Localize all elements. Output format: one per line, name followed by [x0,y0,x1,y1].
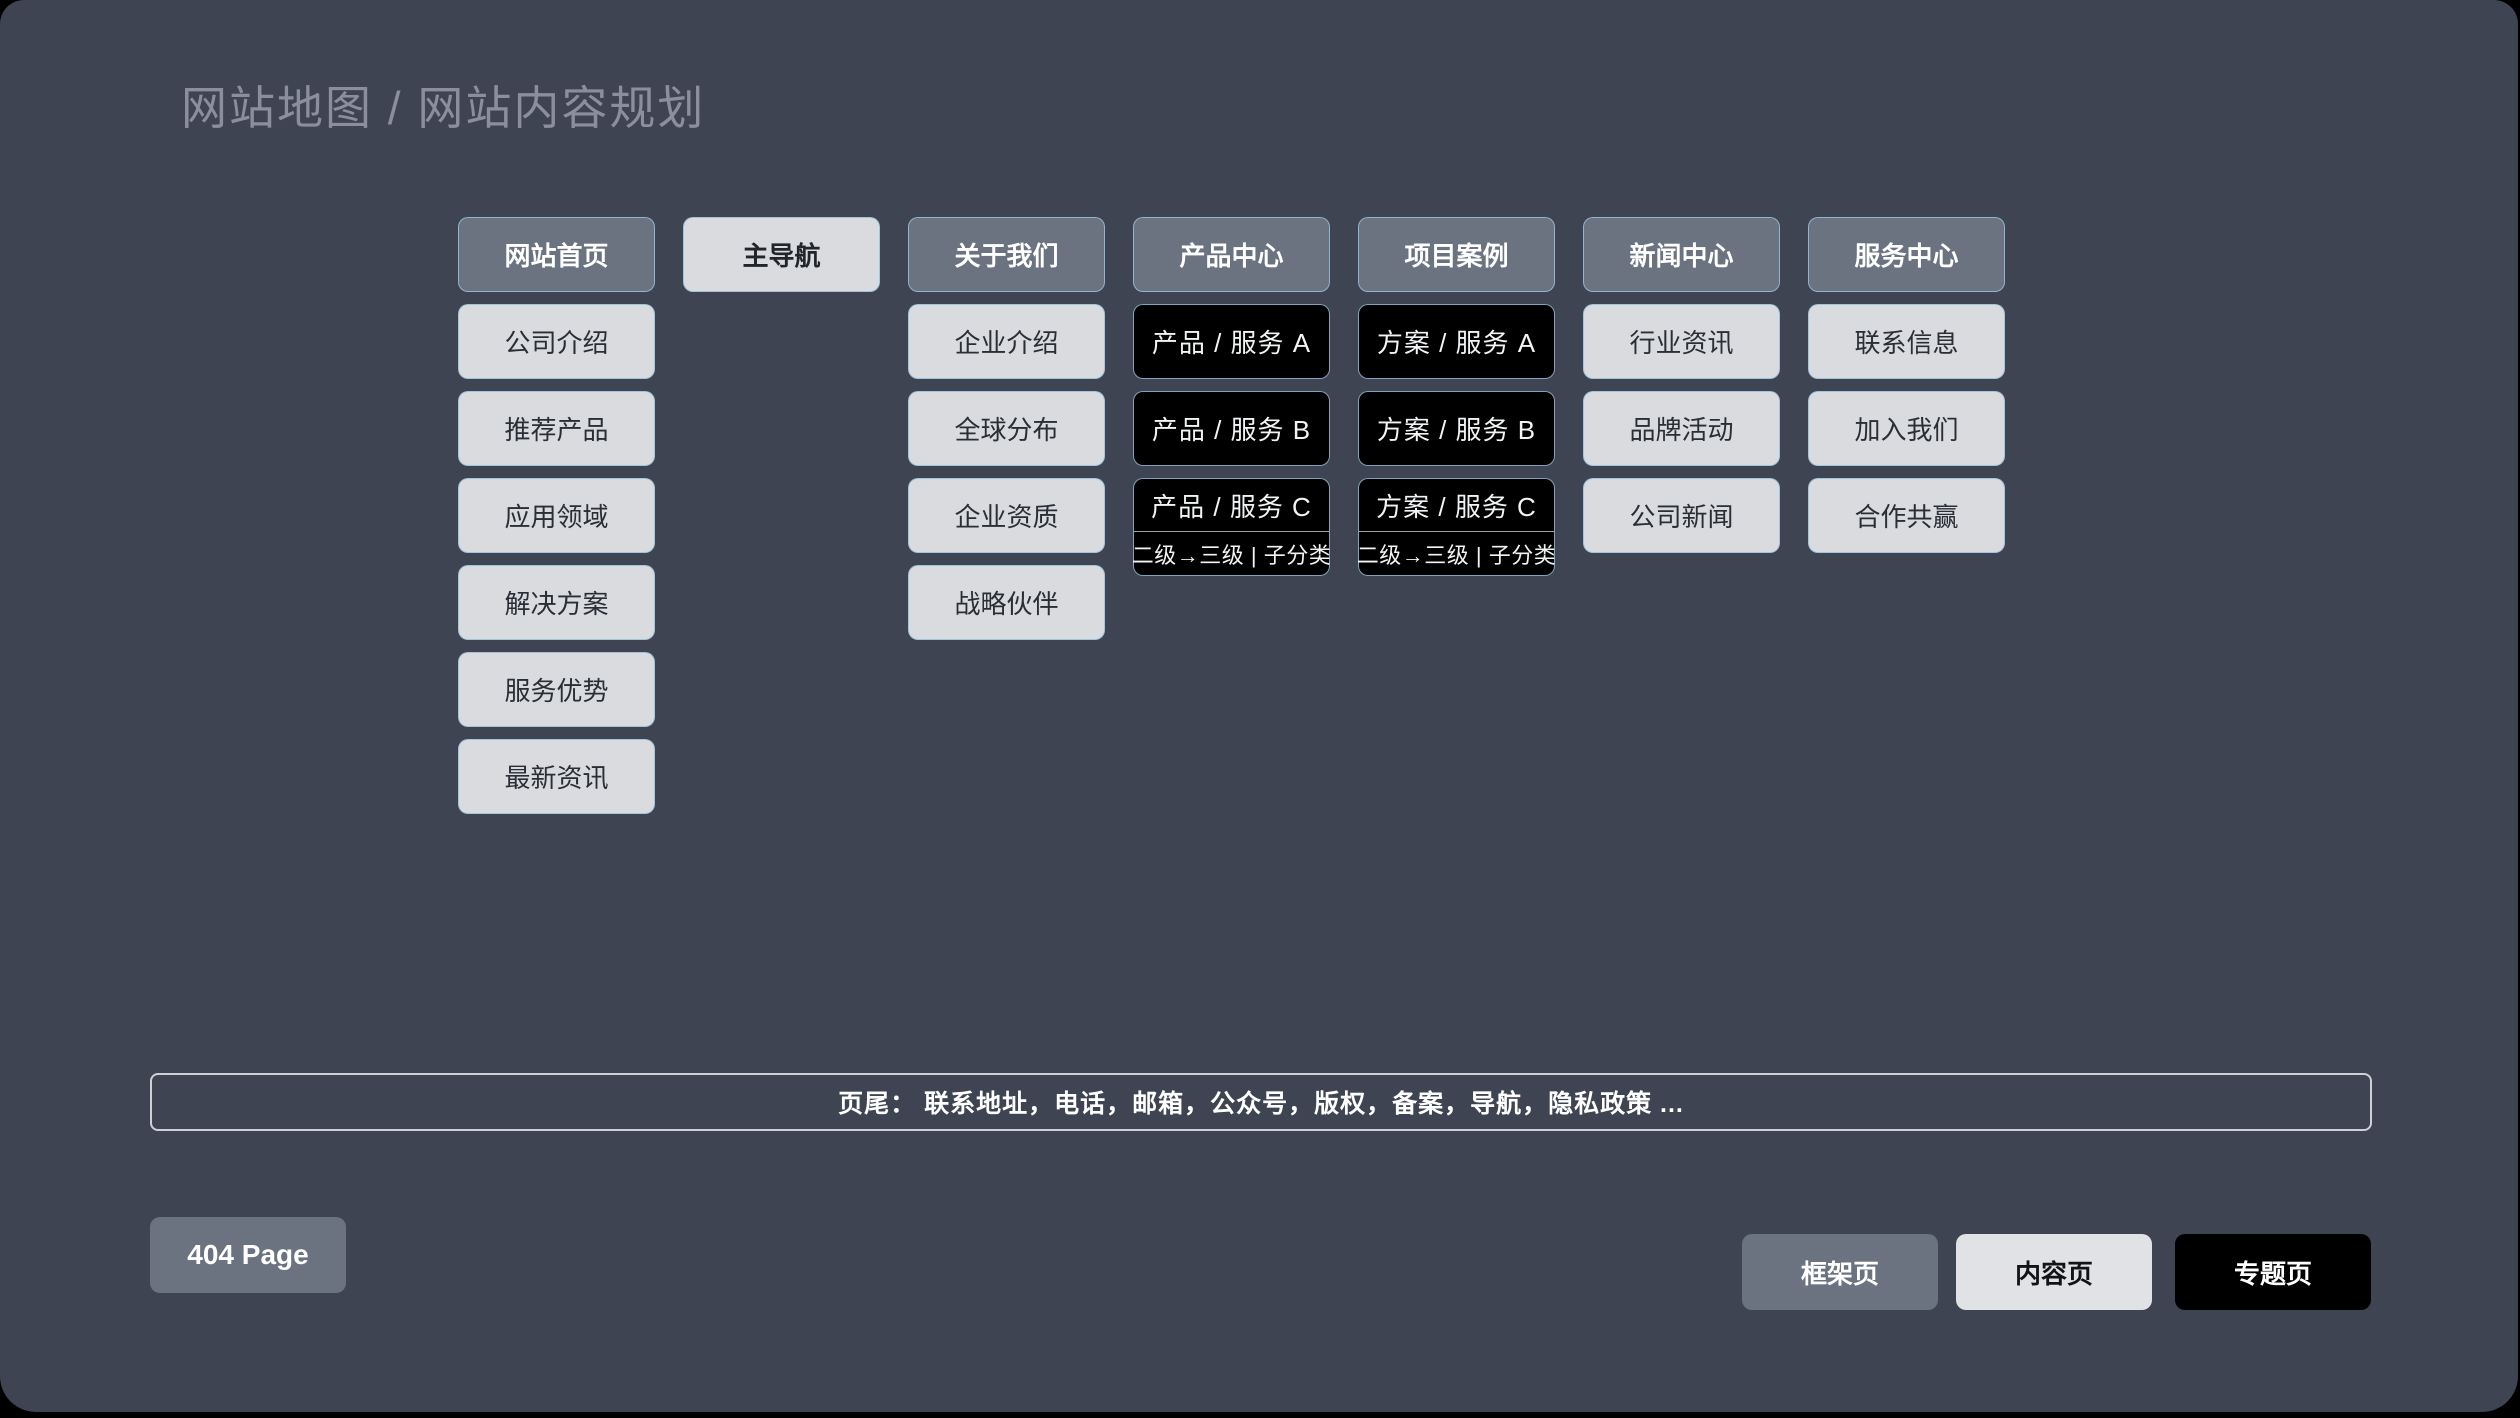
node-case-service-b[interactable]: 方案 / 服务 B [1358,391,1555,466]
column-about: 关于我们 企业介绍 全球分布 企业资质 战略伙伴 [908,217,1105,640]
node-about-header[interactable]: 关于我们 [908,217,1105,292]
column-main-nav: 主导航 [683,217,880,292]
node-global-presence[interactable]: 全球分布 [908,391,1105,466]
node-main-nav[interactable]: 主导航 [683,217,880,292]
node-service-advantages[interactable]: 服务优势 [458,652,655,727]
column-news: 新闻中心 行业资讯 品牌活动 公司新闻 [1583,217,1780,553]
node-win-win[interactable]: 合作共赢 [1808,478,2005,553]
node-latest-news[interactable]: 最新资讯 [458,739,655,814]
node-industry-news[interactable]: 行业资讯 [1583,304,1780,379]
node-solutions[interactable]: 解决方案 [458,565,655,640]
node-case-service-a[interactable]: 方案 / 服务 A [1358,304,1555,379]
node-product-service-a[interactable]: 产品 / 服务 A [1133,304,1330,379]
page-title: 网站地图 / 网站内容规划 [181,72,705,138]
node-company-intro[interactable]: 公司介绍 [458,304,655,379]
legend-special-page-button[interactable]: 专题页 [2175,1234,2371,1310]
page-404-node[interactable]: 404 Page [150,1217,346,1293]
column-cases: 项目案例 方案 / 服务 A 方案 / 服务 B 方案 / 服务 C 二级→三级… [1358,217,1555,576]
node-product-service-b[interactable]: 产品 / 服务 B [1133,391,1330,466]
node-join-us[interactable]: 加入我们 [1808,391,2005,466]
sitemap-canvas: 网站地图 / 网站内容规划 网站首页 公司介绍 推荐产品 应用领域 解决方案 服… [0,0,2518,1412]
node-case-service-c-label: 方案 / 服务 C [1359,479,1554,531]
node-corp-qualifications[interactable]: 企业资质 [908,478,1105,553]
node-featured-products[interactable]: 推荐产品 [458,391,655,466]
node-application-areas[interactable]: 应用领域 [458,478,655,553]
node-cases-header[interactable]: 项目案例 [1358,217,1555,292]
column-products: 产品中心 产品 / 服务 A 产品 / 服务 B 产品 / 服务 C 二级→三级… [1133,217,1330,576]
node-product-service-c[interactable]: 产品 / 服务 C 二级→三级 | 子分类 [1133,478,1330,576]
node-contact-info[interactable]: 联系信息 [1808,304,2005,379]
column-service: 服务中心 联系信息 加入我们 合作共赢 [1808,217,2005,553]
node-brand-events[interactable]: 品牌活动 [1583,391,1780,466]
node-strategic-partners[interactable]: 战略伙伴 [908,565,1105,640]
node-product-service-c-label: 产品 / 服务 C [1134,479,1329,531]
node-service-header[interactable]: 服务中心 [1808,217,2005,292]
node-product-subcategories: 二级→三级 | 子分类 [1134,531,1329,575]
node-news-header[interactable]: 新闻中心 [1583,217,1780,292]
node-company-news[interactable]: 公司新闻 [1583,478,1780,553]
node-corp-intro[interactable]: 企业介绍 [908,304,1105,379]
legend-content-page-button[interactable]: 内容页 [1956,1234,2152,1310]
node-home-header[interactable]: 网站首页 [458,217,655,292]
node-case-subcategories: 二级→三级 | 子分类 [1359,531,1554,575]
legend-frame-page-button[interactable]: 框架页 [1742,1234,1938,1310]
column-home: 网站首页 公司介绍 推荐产品 应用领域 解决方案 服务优势 最新资讯 [458,217,655,814]
footer-node[interactable]: 页尾： 联系地址，电话，邮箱，公众号，版权，备案，导航，隐私政策 ... [150,1073,2372,1131]
node-products-header[interactable]: 产品中心 [1133,217,1330,292]
node-case-service-c[interactable]: 方案 / 服务 C 二级→三级 | 子分类 [1358,478,1555,576]
